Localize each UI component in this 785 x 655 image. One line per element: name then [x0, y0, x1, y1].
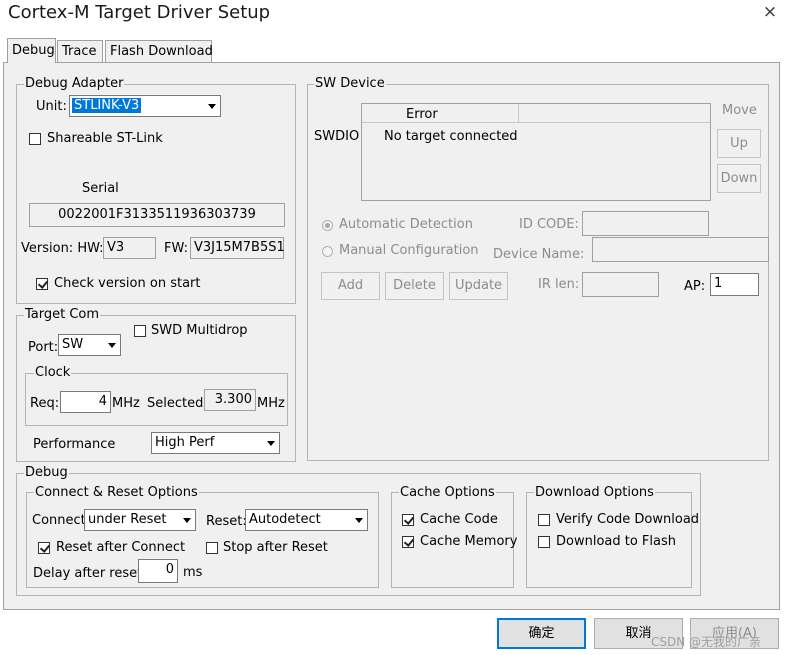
- chevron-down-icon[interactable]: [263, 434, 278, 452]
- verify-code-download-label: Verify Code Download: [556, 512, 700, 527]
- device-name-field: [592, 237, 769, 262]
- download-to-flash-checkbox[interactable]: [538, 536, 550, 548]
- performance-label: Performance: [33, 437, 116, 452]
- check-version-label: Check version on start: [54, 276, 201, 291]
- cache-memory-checkbox[interactable]: [402, 536, 414, 548]
- fw-label: FW:: [164, 241, 188, 256]
- shareable-label: Shareable ST-Link: [47, 131, 163, 146]
- delete-button[interactable]: Delete: [385, 272, 444, 300]
- chevron-down-icon[interactable]: [104, 336, 119, 354]
- watermark: CSDN @无我的广亲: [651, 635, 762, 649]
- req-input[interactable]: 4: [60, 391, 111, 413]
- move-label: Move: [722, 103, 757, 118]
- tab-debug[interactable]: Debug: [7, 38, 56, 63]
- cache-code-checkbox[interactable]: [402, 514, 414, 526]
- stop-after-reset-checkbox[interactable]: [206, 542, 218, 554]
- down-button[interactable]: Down: [717, 164, 761, 193]
- up-button[interactable]: Up: [717, 129, 761, 158]
- selected-unit: MHz: [257, 396, 285, 411]
- automatic-detection-radio[interactable]: [322, 220, 333, 231]
- connect-select-value: under Reset: [88, 512, 167, 527]
- reset-label: Reset:: [206, 514, 247, 529]
- reset-after-connect-label: Reset after Connect: [56, 540, 186, 555]
- chevron-down-icon[interactable]: [351, 511, 366, 529]
- connect-label: Connect:: [32, 513, 91, 528]
- ir-len-field: [582, 272, 659, 297]
- device-name-label: Device Name:: [493, 247, 585, 262]
- chevron-down-icon[interactable]: [179, 511, 194, 529]
- device-table[interactable]: Error No target connected: [361, 103, 711, 201]
- tab-trace[interactable]: Trace: [57, 40, 103, 63]
- swd-multidrop-checkbox[interactable]: [134, 325, 146, 337]
- manual-configuration-radio[interactable]: [322, 246, 333, 257]
- delay-unit: ms: [183, 565, 203, 580]
- ir-len-label: IR len:: [538, 277, 580, 292]
- ok-button[interactable]: 确定: [497, 618, 586, 649]
- sw-device-title: SW Device: [314, 76, 386, 91]
- close-icon[interactable]: ×: [761, 2, 779, 22]
- id-code-field: [582, 211, 709, 236]
- cache-options-title: Cache Options: [399, 485, 496, 500]
- serial-field: 0022001F3133511936303739: [29, 203, 285, 227]
- table-header-cell: [519, 104, 710, 123]
- performance-select[interactable]: High Perf: [151, 432, 280, 454]
- ap-input[interactable]: 1: [710, 273, 759, 296]
- verify-code-download-checkbox[interactable]: [538, 514, 550, 526]
- debug-adapter-title: Debug Adapter: [24, 76, 125, 91]
- update-button[interactable]: Update: [449, 272, 508, 300]
- port-label: Port:: [28, 340, 59, 355]
- req-unit: MHz: [112, 396, 140, 411]
- table-row: No target connected: [384, 129, 518, 144]
- unit-label: Unit:: [36, 99, 67, 114]
- delay-input[interactable]: 0: [138, 559, 178, 583]
- version-hw-label: Version: HW:: [21, 241, 104, 256]
- port-select[interactable]: SW: [58, 334, 121, 356]
- automatic-detection-label: Automatic Detection: [339, 217, 473, 232]
- cache-memory-label: Cache Memory: [420, 534, 518, 549]
- manual-configuration-label: Manual Configuration: [339, 243, 479, 258]
- reset-select[interactable]: Autodetect: [245, 509, 368, 531]
- target-com-title: Target Com: [24, 307, 101, 322]
- table-header-error: Error: [406, 107, 438, 122]
- connect-select[interactable]: under Reset: [84, 509, 196, 531]
- chevron-down-icon[interactable]: [204, 97, 219, 115]
- table-header-cell: [362, 104, 519, 123]
- port-select-value: SW: [62, 337, 84, 352]
- shareable-checkbox[interactable]: [29, 133, 41, 145]
- connect-reset-title: Connect & Reset Options: [34, 485, 199, 500]
- fw-version-field: V3J15M7B5S1: [190, 237, 285, 259]
- swd-multidrop-label: SWD Multidrop: [151, 323, 248, 338]
- selected-label: Selected:: [147, 396, 208, 411]
- id-code-label: ID CODE:: [519, 217, 579, 232]
- ap-label: AP:: [684, 279, 706, 294]
- check-version-checkbox[interactable]: [36, 278, 48, 290]
- delay-after-reset-label: Delay after reset:: [33, 566, 147, 581]
- download-options-title: Download Options: [534, 485, 655, 500]
- performance-select-value: High Perf: [155, 435, 215, 450]
- window-title: Cortex-M Target Driver Setup: [8, 2, 271, 23]
- add-button[interactable]: Add: [321, 272, 380, 300]
- hw-version-field: V3: [103, 237, 156, 259]
- unit-select[interactable]: STLINK-V3: [69, 95, 221, 117]
- tab-flash-download[interactable]: Flash Download: [105, 40, 213, 63]
- cache-code-label: Cache Code: [420, 512, 498, 527]
- unit-select-value: STLINK-V3: [72, 98, 142, 113]
- debug-title: Debug: [24, 465, 69, 480]
- swdio-label: SWDIO: [314, 129, 360, 144]
- debug-adapter-group: [16, 84, 296, 304]
- clock-title: Clock: [34, 365, 72, 380]
- req-label: Req:: [30, 396, 60, 411]
- selected-field: 3.300: [204, 389, 256, 411]
- serial-label: Serial: [82, 181, 119, 196]
- stop-after-reset-label: Stop after Reset: [223, 540, 328, 555]
- download-to-flash-label: Download to Flash: [556, 534, 677, 549]
- reset-after-connect-checkbox[interactable]: [38, 542, 50, 554]
- reset-select-value: Autodetect: [249, 512, 321, 527]
